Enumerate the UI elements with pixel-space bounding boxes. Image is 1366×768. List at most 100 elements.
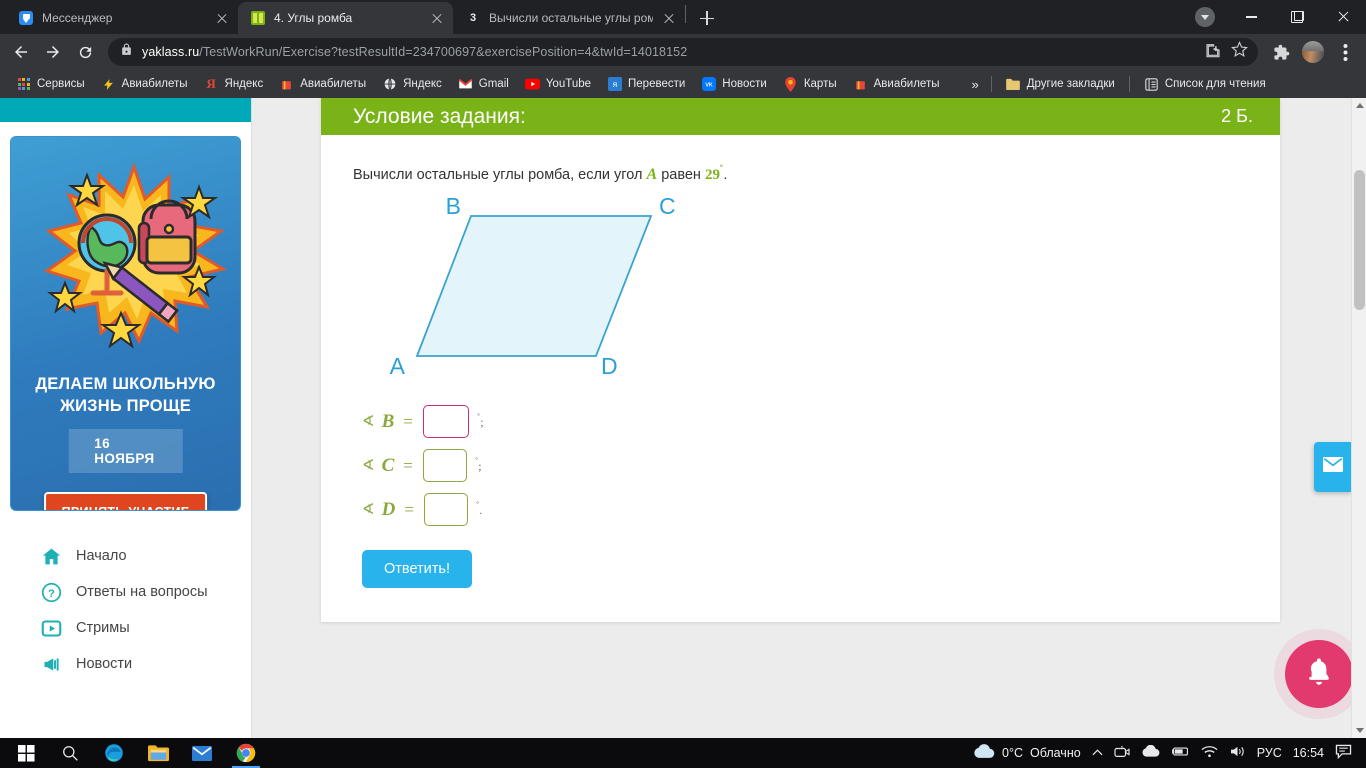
bookmarks-overflow-button[interactable]: » bbox=[965, 74, 984, 95]
sidebar-menu: Начало ? Ответы на вопросы Стримы Новост… bbox=[0, 538, 251, 682]
answer-equals: = bbox=[403, 411, 413, 431]
address-bar-url: yaklass.ru/TestWorkRun/Exercise?testResu… bbox=[142, 45, 688, 59]
browser-tab-2[interactable]: 3 Вычисли остальные углы ромба bbox=[453, 2, 685, 34]
bookmark-star-icon[interactable] bbox=[1231, 41, 1248, 63]
bookmark-translate[interactable]: я Перевести bbox=[599, 74, 693, 95]
apps-grid-icon bbox=[16, 77, 31, 92]
bookmark-label: Авиабилеты bbox=[121, 78, 188, 90]
tray-expand-chevron-icon[interactable] bbox=[1092, 746, 1103, 760]
answer-row-C: ∢ C = ˚; bbox=[362, 444, 1248, 488]
answer-suffix-D: ˚. bbox=[476, 501, 482, 518]
answer-variable: B bbox=[381, 410, 395, 432]
scrollbar-thumb[interactable] bbox=[1354, 170, 1365, 310]
bookmark-servicy[interactable]: Сервисы bbox=[8, 74, 93, 95]
answer-input-D[interactable] bbox=[423, 493, 468, 527]
tab-close-icon[interactable] bbox=[661, 10, 677, 26]
maximize-button[interactable] bbox=[1274, 0, 1320, 34]
feedback-mail-tab[interactable] bbox=[1314, 442, 1352, 492]
answer-label-C: ∢ C = bbox=[362, 455, 415, 477]
sidebar-item-otvety[interactable]: ? Ответы на вопросы bbox=[40, 574, 251, 610]
vertex-label-B: B bbox=[446, 196, 461, 219]
answer-row-B: ∢ B = ˚; bbox=[362, 400, 1248, 444]
notification-bell-button[interactable] bbox=[1285, 640, 1353, 708]
reload-icon[interactable] bbox=[70, 37, 100, 67]
camera-icon[interactable] bbox=[1114, 745, 1130, 762]
bag-icon bbox=[279, 77, 294, 92]
close-button[interactable] bbox=[1320, 0, 1366, 34]
sidebar-item-label: Стримы bbox=[76, 620, 130, 636]
sidebar-item-nachalo[interactable]: Начало bbox=[40, 538, 251, 574]
angle-symbol: ∢ bbox=[362, 502, 375, 519]
wifi-icon[interactable] bbox=[1201, 745, 1218, 761]
other-bookmarks-button[interactable]: Другие закладки bbox=[998, 74, 1123, 95]
statement-middle: равен bbox=[657, 166, 705, 183]
profile-chevron-icon[interactable] bbox=[1182, 0, 1228, 34]
edge-icon[interactable] bbox=[92, 738, 136, 768]
promo-headline-line1: ДЕЛАЕМ ШКОЛЬНУЮ bbox=[35, 375, 216, 393]
browser-tab-1[interactable]: 4. Углы ромба bbox=[238, 2, 453, 34]
back-icon[interactable] bbox=[6, 37, 36, 67]
scroll-down-arrow[interactable] bbox=[1352, 723, 1366, 738]
answer-input-C[interactable] bbox=[422, 449, 467, 483]
bookmark-novosti[interactable]: VK Новости bbox=[693, 74, 775, 95]
browser-toolbar: yaklass.ru/TestWorkRun/Exercise?testResu… bbox=[0, 34, 1366, 70]
new-tab-button[interactable] bbox=[693, 4, 721, 32]
scroll-up-arrow[interactable] bbox=[1352, 98, 1366, 113]
weather-widget[interactable]: 0°C Облачно bbox=[973, 744, 1081, 762]
bookmark-gmail[interactable]: Gmail bbox=[450, 74, 517, 95]
language-indicator[interactable]: РУС bbox=[1257, 746, 1282, 760]
forward-icon[interactable] bbox=[38, 37, 68, 67]
bookmark-label: Авиабилеты bbox=[300, 78, 367, 90]
bookmark-label: Карты bbox=[803, 78, 837, 90]
extensions-puzzle-icon[interactable] bbox=[1266, 37, 1296, 67]
tab-close-icon[interactable] bbox=[429, 10, 445, 26]
address-bar[interactable]: yaklass.ru/TestWorkRun/Exercise?testResu… bbox=[108, 38, 1258, 66]
chrome-icon[interactable] bbox=[224, 738, 268, 768]
answer-input-B[interactable] bbox=[422, 405, 469, 439]
notification-icon[interactable] bbox=[1335, 744, 1352, 762]
temperature: 0°C bbox=[1002, 746, 1024, 760]
reading-list-label: Список для чтения bbox=[1164, 78, 1266, 90]
weather-condition: Облачно bbox=[1030, 746, 1081, 760]
vk-icon: VK bbox=[701, 77, 716, 92]
volume-icon[interactable] bbox=[1229, 745, 1246, 761]
minimize-button[interactable] bbox=[1228, 0, 1274, 34]
page-scrollbar[interactable] bbox=[1351, 98, 1366, 738]
exercise-points-badge: 2 Б. bbox=[1221, 106, 1253, 126]
bookmark-aviabilety-3[interactable]: Авиабилеты bbox=[845, 74, 948, 95]
bookmark-label: Gmail bbox=[478, 78, 509, 90]
answer-equals: = bbox=[404, 499, 414, 519]
promo-banner-cta-button[interactable]: ПРИНЯТЬ УЧАСТИЕ bbox=[43, 492, 208, 510]
profile-avatar[interactable] bbox=[1298, 37, 1328, 67]
bookmark-aviabilety-1[interactable]: Авиабилеты bbox=[93, 74, 196, 95]
answer-variable: C bbox=[381, 454, 395, 476]
battery-icon[interactable] bbox=[1171, 745, 1190, 761]
submit-answer-button[interactable]: Ответить! bbox=[362, 549, 473, 588]
windows-start-icon[interactable] bbox=[4, 738, 48, 768]
sidebar-item-novosti[interactable]: Новости bbox=[40, 646, 251, 682]
bookmark-yandex-2[interactable]: Яндекс bbox=[374, 74, 450, 95]
youtube-icon bbox=[524, 77, 540, 92]
promo-banner[interactable]: ДЕЛАЕМ ШКОЛЬНУЮ ЖИЗНЬ ПРОЩЕ 16 НОЯБРЯ ПР… bbox=[10, 136, 241, 511]
play-box-icon bbox=[40, 617, 62, 639]
promo-banner-illustration bbox=[43, 162, 227, 349]
bookmark-youtube[interactable]: YouTube bbox=[517, 74, 599, 95]
bookmark-yandex-1[interactable]: Я Яндекс bbox=[196, 74, 272, 95]
file-explorer-icon[interactable] bbox=[136, 738, 180, 768]
bookmark-karty[interactable]: Карты bbox=[775, 74, 845, 95]
sidebar-item-strimy[interactable]: Стримы bbox=[40, 610, 251, 646]
onedrive-cloud-icon[interactable] bbox=[1141, 744, 1160, 761]
page-viewport: ДЕЛАЕМ ШКОЛЬНУЮ ЖИЗНЬ ПРОЩЕ 16 НОЯБРЯ ПР… bbox=[0, 98, 1366, 738]
sidebar-divider bbox=[251, 98, 252, 738]
envelope-icon bbox=[1323, 457, 1343, 477]
tab-close-icon[interactable] bbox=[214, 10, 230, 26]
mail-icon[interactable] bbox=[180, 738, 224, 768]
clock[interactable]: 16:54 bbox=[1293, 746, 1324, 760]
bookmark-aviabilety-2[interactable]: Авиабилеты bbox=[271, 74, 374, 95]
reading-list-button[interactable]: Список для чтения bbox=[1136, 74, 1274, 95]
chrome-menu-icon[interactable] bbox=[1330, 37, 1360, 67]
map-pin-icon bbox=[783, 76, 798, 92]
browser-tab-0[interactable]: Мессенджер bbox=[6, 2, 238, 34]
search-icon[interactable] bbox=[48, 738, 92, 768]
install-icon[interactable] bbox=[1205, 42, 1221, 63]
